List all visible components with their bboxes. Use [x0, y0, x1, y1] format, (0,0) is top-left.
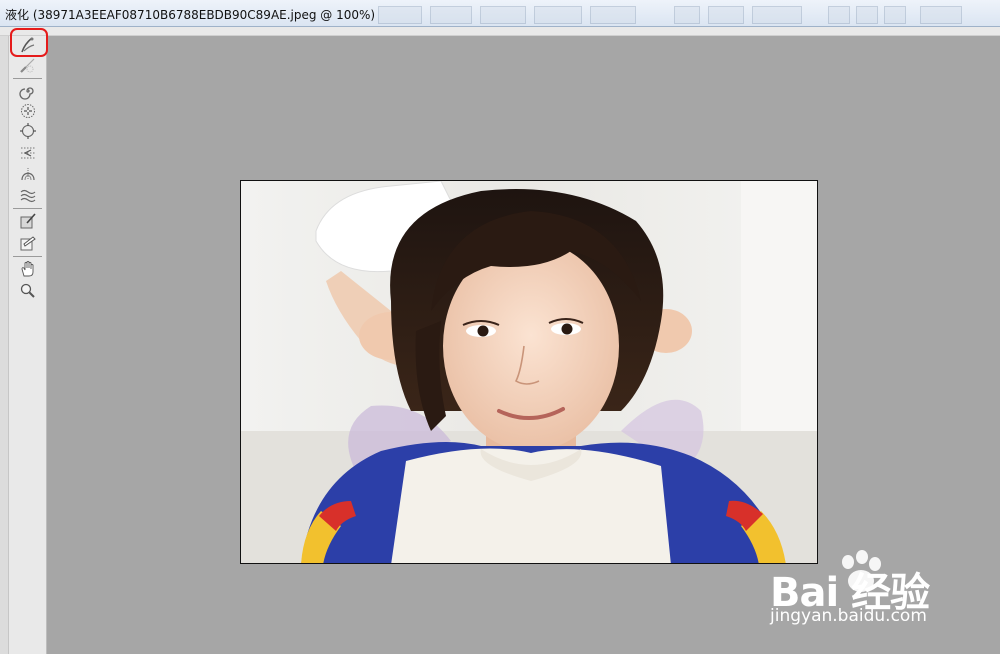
swirl-icon	[19, 87, 34, 100]
zoom-tool-button[interactable]	[17, 282, 39, 300]
hand-tool-button[interactable]	[17, 260, 39, 278]
hand-icon	[21, 261, 34, 277]
bloat-tool-button[interactable]	[17, 122, 39, 140]
toolbox-divider	[13, 256, 42, 257]
window-title: 液化 (38971A3EEAF08710B6788EBDB90C89AE.jpe…	[5, 8, 376, 22]
toolbox-edge	[0, 36, 9, 654]
push-left-tool-button[interactable]	[17, 144, 39, 162]
watermark-url: jingyan.baidu.com	[770, 606, 927, 626]
reconstruct-tool-button[interactable]	[17, 56, 39, 74]
title-bar: 液化 (38971A3EEAF08710B6788EBDB90C89AE.jpe…	[0, 0, 1000, 27]
push-left-icon	[21, 147, 35, 159]
thaw-mask-icon	[20, 236, 36, 251]
selected-tool-annotation	[10, 28, 48, 57]
pucker-tool-button[interactable]	[17, 102, 39, 120]
options-strip	[0, 27, 1000, 36]
pucker-icon	[21, 104, 35, 118]
magnifier-icon	[20, 283, 35, 298]
portrait-image	[241, 181, 817, 563]
mirror-icon	[21, 168, 35, 181]
thaw-mask-tool-button[interactable]	[17, 234, 39, 252]
mirror-tool-button[interactable]	[17, 165, 39, 183]
background-menubar-ghost	[358, 4, 1000, 24]
turbulence-tool-button[interactable]	[17, 186, 39, 204]
liquify-preview-image[interactable]	[240, 180, 818, 564]
bloat-icon	[20, 123, 36, 139]
twirl-clockwise-tool-button[interactable]	[17, 82, 39, 100]
turbulence-icon	[20, 189, 36, 203]
baidu-watermark: Bai 经验 jingyan.baidu.com	[770, 550, 990, 640]
toolbox-divider	[13, 78, 42, 79]
freeze-mask-icon	[20, 213, 36, 229]
toolbox-divider	[13, 208, 42, 209]
brush-icon	[20, 58, 35, 73]
freeze-mask-tool-button[interactable]	[17, 212, 39, 230]
